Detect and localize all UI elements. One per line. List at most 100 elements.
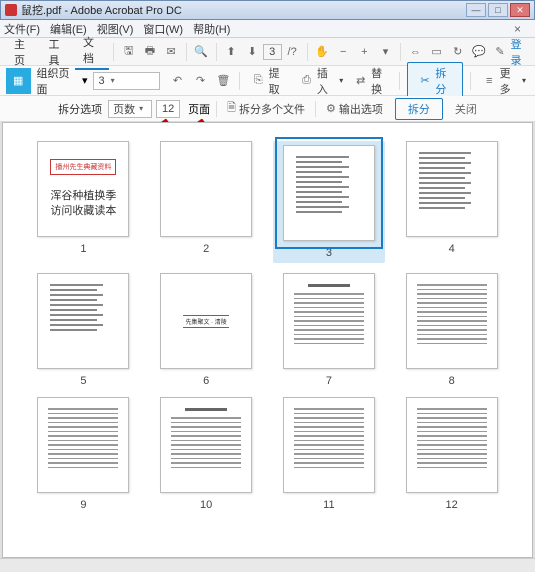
page-thumbnail-10[interactable]: 10 xyxy=(150,397,263,511)
fit-width-icon[interactable]: ⇔ xyxy=(408,43,423,61)
tab-home[interactable]: 主页 xyxy=(6,36,40,68)
page-thumbnail-12[interactable]: 12 xyxy=(395,397,508,511)
page-thumbnail-1[interactable]: 播州先生典藏资料 浑谷种植换季 访问收藏读本 1 xyxy=(27,141,140,263)
separator xyxy=(399,72,400,90)
output-options-label: 输出选项 xyxy=(339,101,383,117)
page-thumbnail-11[interactable]: 11 xyxy=(273,397,386,511)
close-button[interactable]: ✕ xyxy=(510,3,530,17)
separator xyxy=(239,72,240,90)
insert-button[interactable]: ⎙ 插入 ▾ xyxy=(295,65,343,97)
next-page-icon[interactable]: ⬇ xyxy=(245,43,260,61)
extract-label: 提取 xyxy=(269,65,290,97)
print-icon[interactable]: 🖶 xyxy=(142,43,157,61)
thumbnail-grid: 播州先生典藏资料 浑谷种植换季 访问收藏读本 1 2 3 xyxy=(3,123,532,519)
page-thumbnail-7[interactable]: 7 xyxy=(273,273,386,387)
page-thumbnail-3[interactable]: 3 xyxy=(273,141,386,263)
page-label: 9 xyxy=(80,499,86,511)
split-options-toolbar: 拆分选项 页数 ▾ 12 页面 🗎 拆分多个文件 ⚙ 输出选项 拆分 关闭 xyxy=(0,96,535,122)
rotate-icon[interactable]: ↻ xyxy=(450,43,465,61)
chevron-down-icon: ▾ xyxy=(139,104,143,113)
zoom-out-icon[interactable]: − xyxy=(336,43,351,61)
chevron-down-icon: ▾ xyxy=(522,76,526,85)
page-selector-value: 3 xyxy=(98,75,104,87)
files-icon: 🗎 xyxy=(227,99,236,118)
insert-label: 插入 xyxy=(317,65,337,97)
page-label: 7 xyxy=(326,375,332,387)
close-split-button[interactable]: 关闭 xyxy=(455,101,477,117)
list-icon: ≡ xyxy=(481,72,498,90)
page-thumbnail-9[interactable]: 9 xyxy=(27,397,140,511)
save-icon[interactable]: 🖫 xyxy=(121,43,136,61)
page-label: 12 xyxy=(446,499,458,511)
pages-unit-label: 页面 xyxy=(188,101,210,117)
page-label: 11 xyxy=(323,499,334,511)
extract-icon: ⎘ xyxy=(250,72,267,90)
insert-icon: ⎙ xyxy=(298,72,315,90)
separator xyxy=(400,43,401,61)
thumb6-title: 先集聚文 · 清陵 xyxy=(183,315,228,328)
page-label: 8 xyxy=(449,375,455,387)
organize-toolbar: ▦ 组织页面 ▾ 3 ▾ ↶ ↷ 🗑 ⎘ 提取 ⎙ 插入 ▾ ⇄ 替换 ✂ 拆分… xyxy=(0,66,535,96)
mail-icon[interactable]: ✉ xyxy=(164,43,179,61)
hand-icon[interactable]: ✋ xyxy=(315,43,330,61)
replace-button[interactable]: ⇄ 替换 xyxy=(349,65,391,97)
more-button[interactable]: ≡ 更多 ▾ xyxy=(478,65,526,97)
rotate-right-icon[interactable]: ↷ xyxy=(192,72,209,90)
rotate-left-icon[interactable]: ↶ xyxy=(169,72,186,90)
fit-page-icon[interactable]: ▭ xyxy=(429,43,444,61)
zoom-in-icon[interactable]: + xyxy=(357,43,372,61)
replace-label: 替换 xyxy=(371,65,392,97)
separator xyxy=(315,101,316,117)
split-button[interactable]: ✂ 拆分 xyxy=(407,62,463,100)
app-icon xyxy=(5,4,17,16)
split-count-input[interactable]: 12 xyxy=(156,100,180,118)
search-icon[interactable]: 🔍 xyxy=(194,43,209,61)
page-thumbnail-4[interactable]: 4 xyxy=(395,141,508,263)
document-close-icon[interactable]: × xyxy=(514,22,521,36)
more-label: 更多 xyxy=(500,65,520,97)
menu-help[interactable]: 帮助(H) xyxy=(193,21,230,37)
gear-icon: ⚙ xyxy=(326,102,336,115)
login-link[interactable]: 登录 xyxy=(511,36,529,68)
page-selector-dropdown[interactable]: 3 ▾ xyxy=(93,72,160,90)
delete-icon[interactable]: 🗑 xyxy=(215,72,232,90)
split-multiple-button[interactable]: 🗎 拆分多个文件 xyxy=(227,99,305,118)
app-name: Adobe Acrobat Pro DC xyxy=(71,5,182,17)
split-action-button[interactable]: 拆分 xyxy=(395,98,443,120)
page-thumbnail-5[interactable]: 5 xyxy=(27,273,140,387)
page-thumbnail-8[interactable]: 8 xyxy=(395,273,508,387)
menu-window[interactable]: 窗口(W) xyxy=(143,21,183,37)
split-mode-dropdown[interactable]: 页数 ▾ xyxy=(108,100,152,118)
organize-pages-icon[interactable]: ▦ xyxy=(6,68,31,94)
sign-icon[interactable]: ✎ xyxy=(492,43,507,61)
separator xyxy=(307,43,308,61)
cover-subtitle: 浑谷种植换季 访问收藏读本 xyxy=(50,189,116,220)
extract-button[interactable]: ⎘ 提取 xyxy=(247,65,289,97)
page-label: 10 xyxy=(200,499,212,511)
split-options-label: 拆分选项 xyxy=(58,101,102,117)
split-label: 拆分 xyxy=(435,65,456,97)
separator xyxy=(216,101,217,117)
chevron-down-icon: ▾ xyxy=(339,76,343,85)
comment-icon[interactable]: 💬 xyxy=(471,43,486,61)
page-label: 4 xyxy=(449,243,455,255)
organize-label: 组织页面 xyxy=(37,65,78,97)
output-options-button[interactable]: ⚙ 输出选项 xyxy=(326,101,383,117)
page-number-input[interactable]: 3 xyxy=(263,44,282,60)
chevron-down-icon: ▾ xyxy=(111,76,115,85)
page-label: 1 xyxy=(80,243,86,255)
page-thumbnail-2[interactable]: 2 xyxy=(150,141,263,263)
zoom-level-icon[interactable]: ▾ xyxy=(378,43,393,61)
tab-tools[interactable]: 工具 xyxy=(40,36,74,68)
tab-document[interactable]: 文档 xyxy=(75,34,109,70)
page-thumbnail-6[interactable]: 先集聚文 · 清陵 6 xyxy=(150,273,263,387)
separator xyxy=(216,43,217,61)
separator xyxy=(113,43,114,61)
status-bar xyxy=(0,558,535,572)
thumbnail-canvas: 播州先生典藏资料 浑谷种植换季 访问收藏读本 1 2 3 xyxy=(2,122,533,558)
maximize-button[interactable]: □ xyxy=(488,3,508,17)
prev-page-icon[interactable]: ⬆ xyxy=(223,43,238,61)
replace-icon: ⇄ xyxy=(352,72,369,90)
menu-file[interactable]: 文件(F) xyxy=(4,21,40,37)
minimize-button[interactable]: — xyxy=(466,3,486,17)
